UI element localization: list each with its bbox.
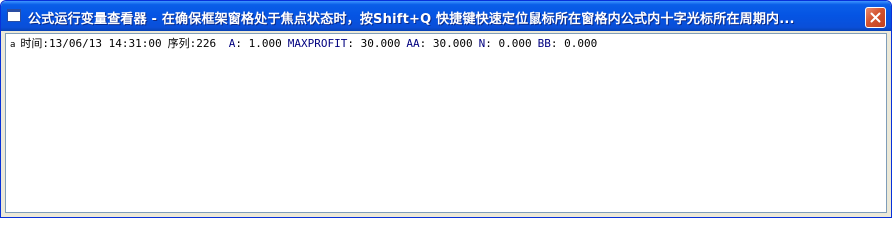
var-aa: AA: 30.000: [406, 37, 473, 50]
variable-viewer-window: 公式运行变量查看器 - 在确保框架窗格处于焦点状态时，按Shift+Q 快捷键快…: [0, 0, 892, 218]
var-name: A: [228, 37, 236, 50]
time-value: 13/06/13 14:31:00: [49, 37, 162, 50]
var-name: MAXPROFIT: [287, 37, 348, 50]
var-name: N: [478, 37, 486, 50]
seq-value: 226: [196, 37, 217, 50]
var-value: 1.000: [248, 37, 282, 50]
var-bb: BB: 0.000: [537, 37, 598, 50]
var-maxprofit: MAXPROFIT: 30.000: [287, 37, 401, 50]
title-bar[interactable]: 公式运行变量查看器 - 在确保框架窗格处于焦点状态时，按Shift+Q 快捷键快…: [1, 1, 891, 31]
var-value: 0.000: [564, 37, 598, 50]
record-marker: a: [10, 40, 16, 50]
variable-output-area[interactable]: a 时间:13/06/13 14:31:00 序列:226 A: 1.000 MAXP…: [5, 33, 887, 213]
seq-label: 序列:: [167, 37, 197, 50]
close-button[interactable]: [865, 7, 886, 28]
var-value: 30.000: [432, 37, 473, 50]
close-icon: [870, 12, 881, 23]
window-title: 公式运行变量查看器 - 在确保框架窗格处于焦点状态时，按Shift+Q 快捷键快…: [28, 12, 795, 27]
window-app-icon: [7, 9, 21, 22]
var-value: 0.000: [498, 37, 532, 50]
var-a: A: 1.000: [228, 37, 282, 50]
var-value: 30.000: [360, 37, 401, 50]
time-label: 时间:: [20, 37, 50, 50]
record-line: a 时间:13/06/13 14:31:00 序列:226 A: 1.000 MAXP…: [10, 37, 597, 52]
var-name: AA: [406, 37, 420, 50]
var-name: BB: [537, 37, 551, 50]
var-n: N: 0.000: [478, 37, 532, 50]
